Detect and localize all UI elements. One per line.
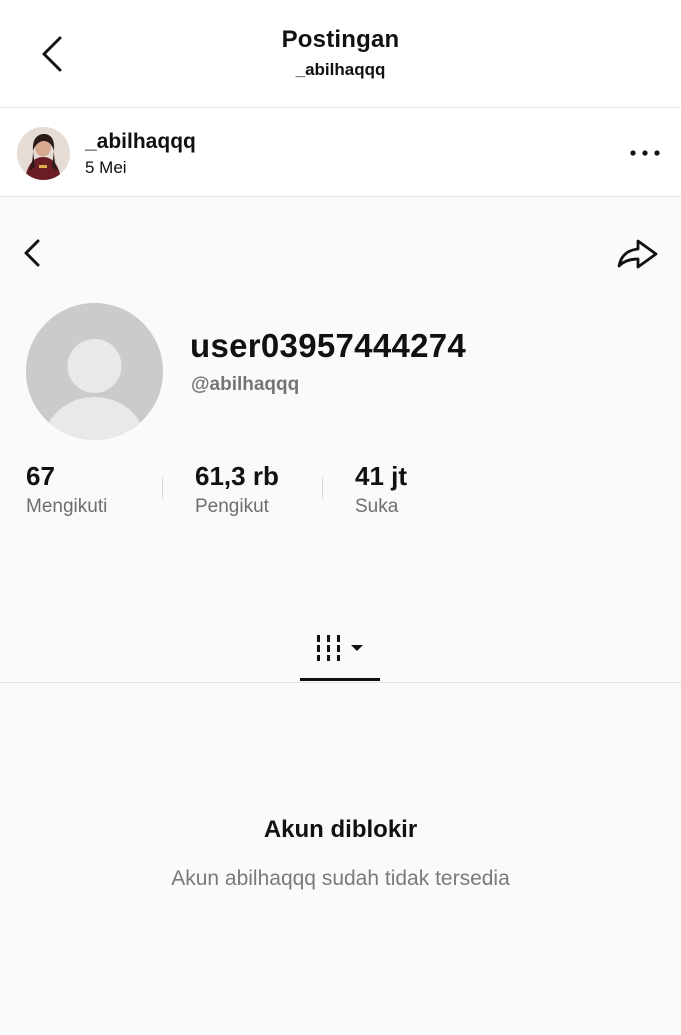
stat-following[interactable]: 67 Mengikuti [26, 461, 107, 518]
more-horizontal-icon [630, 150, 660, 156]
share-button[interactable] [612, 233, 662, 273]
stat-following-value: 67 [26, 461, 55, 491]
profile-stats: 67 Mengikuti 61,3 rb Pengikut 41 jt Suka [0, 461, 681, 521]
stat-likes[interactable]: 41 jt Suka [355, 461, 407, 518]
profile-card: user03957444274 @abilhaqqq 67 Mengikuti … [0, 197, 681, 1035]
chevron-left-icon [24, 239, 40, 267]
stats-divider [322, 477, 323, 499]
post-avatar[interactable] [17, 127, 70, 180]
profile-display-name: user03957444274 [190, 327, 467, 364]
content-tab-bar [0, 627, 681, 683]
title-area: Postingan _abilhaqqq [0, 26, 681, 80]
profile-handle: @abilhaqqq [191, 374, 300, 395]
post-header: _abilhaqqq 5 Mei [0, 108, 681, 197]
blocked-message: Akun abilhaqqq sudah tidak tersedia [171, 867, 510, 890]
share-arrow-icon [617, 239, 658, 269]
profile-back-button[interactable] [14, 233, 50, 273]
blocked-title: Akun diblokir [263, 816, 418, 843]
grid-filter-icon [315, 635, 363, 661]
stat-followers-value: 61,3 rb [195, 461, 279, 491]
page-title: Postingan [281, 26, 400, 53]
page-subtitle: _abilhaqqq [295, 60, 386, 79]
active-tab-indicator [300, 678, 380, 681]
tab-videos[interactable] [300, 627, 380, 682]
top-bar: Postingan _abilhaqqq [0, 0, 681, 108]
stat-likes-value: 41 jt [355, 461, 408, 491]
post-username[interactable]: _abilhaqqq [85, 130, 196, 154]
default-avatar-icon [26, 303, 163, 440]
more-options-button[interactable] [625, 140, 665, 166]
stat-followers[interactable]: 61,3 rb Pengikut [195, 461, 279, 518]
stat-likes-label: Suka [355, 496, 399, 517]
avatar-photo [17, 127, 70, 180]
stat-followers-label: Pengikut [195, 496, 269, 517]
stat-following-label: Mengikuti [26, 496, 108, 517]
stats-divider [162, 477, 163, 499]
profile-avatar[interactable] [26, 303, 163, 440]
post-date: 5 Mei [85, 158, 127, 177]
